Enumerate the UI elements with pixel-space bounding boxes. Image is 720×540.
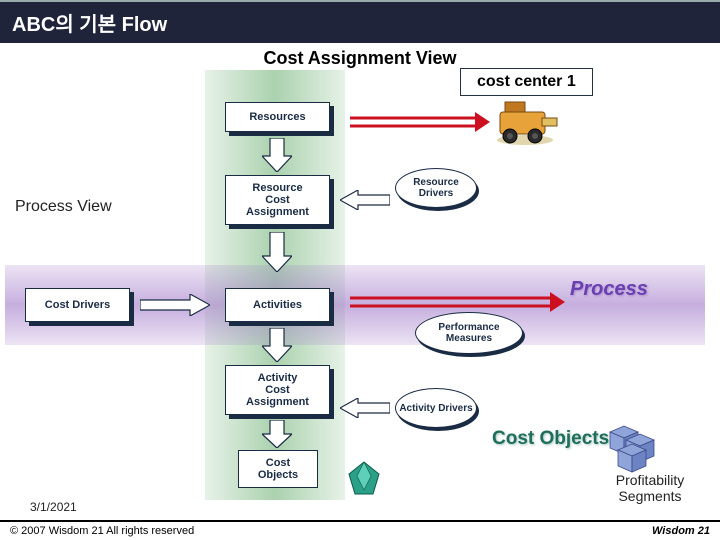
resource-drivers-cloud: Resource Drivers (395, 168, 477, 208)
activity-cost-assignment-box: Activity Cost Assignment (225, 365, 330, 415)
resources-box: Resources (225, 102, 330, 132)
arrow-activity-drivers (340, 398, 390, 418)
activity-drivers-cloud: Activity Drivers (395, 388, 477, 428)
activities-box: Activities (225, 288, 330, 322)
subtitle: Cost Assignment View (0, 48, 720, 69)
arrow-down-4 (262, 420, 292, 448)
gem-icon (345, 460, 383, 503)
machine-icon (490, 100, 560, 150)
arrow-down-1 (262, 138, 292, 172)
arrow-resource-drivers (340, 190, 390, 210)
cost-objects-label: Cost Objects (492, 428, 609, 450)
copyright: © 2007 Wisdom 21 All rights reserved (10, 525, 194, 537)
footer: © 2007 Wisdom 21 All rights reserved Wis… (0, 520, 720, 540)
diagram-canvas: Cost Assignment View cost center 1 Proce… (0, 40, 720, 510)
profitability-label: Profitability Segments (600, 472, 700, 504)
red-arrow-top (350, 110, 490, 136)
process-label: Process (570, 278, 648, 301)
brand: Wisdom 21 (652, 525, 710, 537)
resource-cost-assignment-box: Resource Cost Assignment (225, 175, 330, 225)
arrow-down-2 (262, 232, 292, 272)
date-label: 3/1/2021 (30, 500, 77, 514)
cost-drivers-box: Cost Drivers (25, 288, 130, 322)
arrow-cost-drivers (140, 294, 210, 316)
page-title: ABC의 기본 Flow (0, 0, 720, 43)
arrow-down-3 (262, 328, 292, 362)
cost-objects-box: Cost Objects (238, 450, 318, 488)
cost-center-box: cost center 1 (460, 68, 593, 96)
performance-measures-cloud: Performance Measures (415, 312, 523, 354)
process-view-label: Process View (15, 198, 112, 216)
